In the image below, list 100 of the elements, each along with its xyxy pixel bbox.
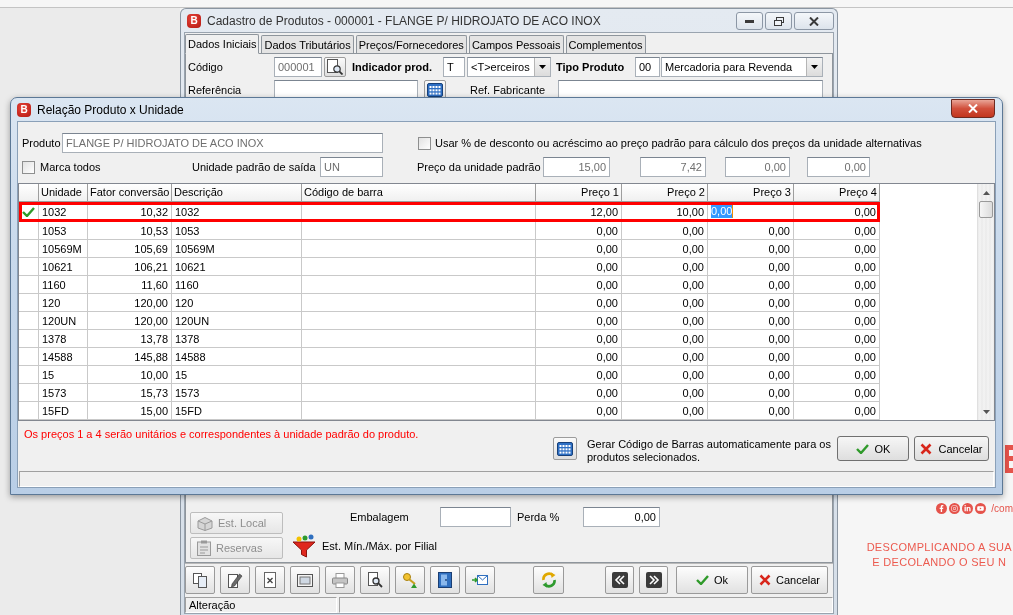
toolbar-button[interactable] [430,566,460,594]
table-cell: 15FD [39,402,88,420]
field-label: Código [188,61,223,73]
box-icon [197,515,213,531]
keypad-icon [557,441,573,456]
tab[interactable]: Preços/Fornecedores [355,35,467,53]
keypad-button[interactable] [424,80,446,100]
tab[interactable]: Dados Iniciais [185,34,260,54]
field-label: Produto [22,137,61,149]
double-chevron-left-icon [611,572,628,588]
column-header[interactable]: Preço 3 [708,184,794,202]
field-label: Perda % [517,511,560,523]
table-row[interactable]: 1160 11,60 1160 0,00 0,00 0,00 0,00 [19,276,880,294]
close-icon [809,16,819,26]
table-row[interactable]: 1378 13,78 1378 0,00 0,00 0,00 0,00 [19,330,880,348]
instagram-icon[interactable] [949,503,961,514]
field-label: Indicador prod. [352,61,433,73]
input-field[interactable] [274,80,418,100]
app-logo: B [17,102,31,117]
minimize-button[interactable] [736,12,763,30]
door-icon [438,572,452,588]
lookup-button[interactable] [324,57,346,77]
input-field[interactable]: 00 [635,57,660,77]
toolbar-button[interactable] [290,566,320,594]
ok-button[interactable]: OK [837,436,909,461]
refresh-icon [540,572,557,588]
field-label: Preço da unidade padrão [417,161,541,173]
checkbox[interactable] [22,160,35,174]
toolbar-button[interactable] [360,566,390,594]
filial-limits-button[interactable]: Est. Mín./Máx. por Filial [292,533,437,559]
column-header[interactable]: Preço 4 [794,184,880,202]
scrollbar-thumb[interactable] [979,201,993,218]
column-header[interactable]: Fator conversão [88,184,172,202]
input-field[interactable] [440,507,511,527]
close-button[interactable] [794,12,834,30]
table-row[interactable]: 10621 106,21 10621 0,00 0,00 0,00 0,00 [19,258,880,276]
cancel-button[interactable]: Cancelar [914,436,989,461]
field-label: Unidade padrão de saída [192,161,316,173]
note-text: Os preços 1 a 4 serão unitários e correspondentes à unidade padrão do produto. [24,428,419,440]
close-button[interactable] [951,99,995,118]
cancel-button[interactable]: Cancelar [751,566,828,594]
tab[interactable]: Campos Pessoais [468,35,564,53]
clipboard-icon [197,540,211,556]
toolbar-button[interactable] [220,566,250,594]
table-row[interactable]: 1053 10,53 1053 0,00 0,00 0,00 0,00 [19,222,880,240]
checkbox-label[interactable]: Usar % de desconto ou acréscimo ao preço padrão para cálculo dos preços da unidade alternativas [435,137,922,149]
table-row[interactable]: 15 10,00 15 0,00 0,00 0,00 0,00 [19,366,880,384]
column-header[interactable]: Unidade [39,184,88,202]
ok-button[interactable]: Ok [676,566,748,594]
table-row[interactable]: 120UN 120,00 120UN 0,00 0,00 0,00 0,00 [19,312,880,330]
table-row[interactable]: 15FD 15,00 15FD 0,00 0,00 0,00 0,00 [19,402,880,420]
table-row[interactable]: 1032 10,32 1032 12,00 10,00 0,00 0,00 [19,202,880,222]
dropdown[interactable]: Mercadoria para Revenda [661,57,823,77]
close-icon [968,104,978,113]
dropdown[interactable]: <T>erceiros [467,57,551,77]
keypad-icon [427,83,443,97]
table-cell: 0,00 [708,402,794,420]
field-label: Ref. Fabricante [470,84,546,96]
tab[interactable]: Complementos [565,35,646,53]
scroll-down-icon [982,409,990,414]
page-cross-icon [263,572,277,588]
column-header[interactable]: Descrição [172,184,302,202]
table-row[interactable]: 10569M 105,69 10569M 0,00 0,00 0,00 0,00 [19,240,880,258]
table-row[interactable]: 120 120,00 120 0,00 0,00 0,00 0,00 [19,294,880,312]
column-header[interactable]: Código de barra [302,184,536,202]
toolbar-button[interactable] [185,566,215,594]
checkbox[interactable] [418,136,431,150]
document-search-icon [327,59,343,75]
scrollbar[interactable] [977,184,994,420]
toolbar-button[interactable] [255,566,285,594]
key-icon [402,572,418,588]
checkbox-label[interactable]: Marca todos [40,161,101,173]
linkedin-icon[interactable] [962,503,974,514]
maximize-button[interactable] [765,12,792,30]
generate-barcode-button[interactable] [553,437,577,460]
cross-icon [920,442,933,455]
copy-icon [192,572,208,588]
table-cell: 0,00 [536,402,622,420]
column-header[interactable]: Preço 2 [622,184,708,202]
checkmark-icon [695,575,709,585]
dialog-title: Relação Produto x Unidade [37,102,184,117]
input-field[interactable]: T [443,57,465,77]
app-logo: B [187,13,201,28]
previous-button[interactable] [605,566,634,594]
tab[interactable]: Dados Tributários [261,35,354,53]
facebook-icon[interactable] [936,503,948,514]
window-title: Cadastro de Produtos - 000001 - FLANGE P/ HIDROJATO DE ACO INOX [207,13,601,28]
next-button[interactable] [639,566,668,594]
restore-icon [773,16,784,26]
input-field[interactable] [558,80,823,100]
youtube-icon[interactable] [975,503,987,514]
field-label: Embalagem [350,511,409,523]
column-header[interactable]: Preço 1 [536,184,622,202]
caret-down-icon [539,65,546,69]
table-row[interactable]: 1573 15,73 1573 0,00 0,00 0,00 0,00 [19,384,880,402]
funnel-icon [292,534,316,558]
table-row[interactable]: 14588 145,88 14588 0,00 0,00 0,00 0,00 [19,348,880,366]
toolbar-button[interactable] [465,566,495,594]
input-field[interactable]: 0,00 [583,507,660,527]
table-cell: 0,00 [794,402,880,420]
